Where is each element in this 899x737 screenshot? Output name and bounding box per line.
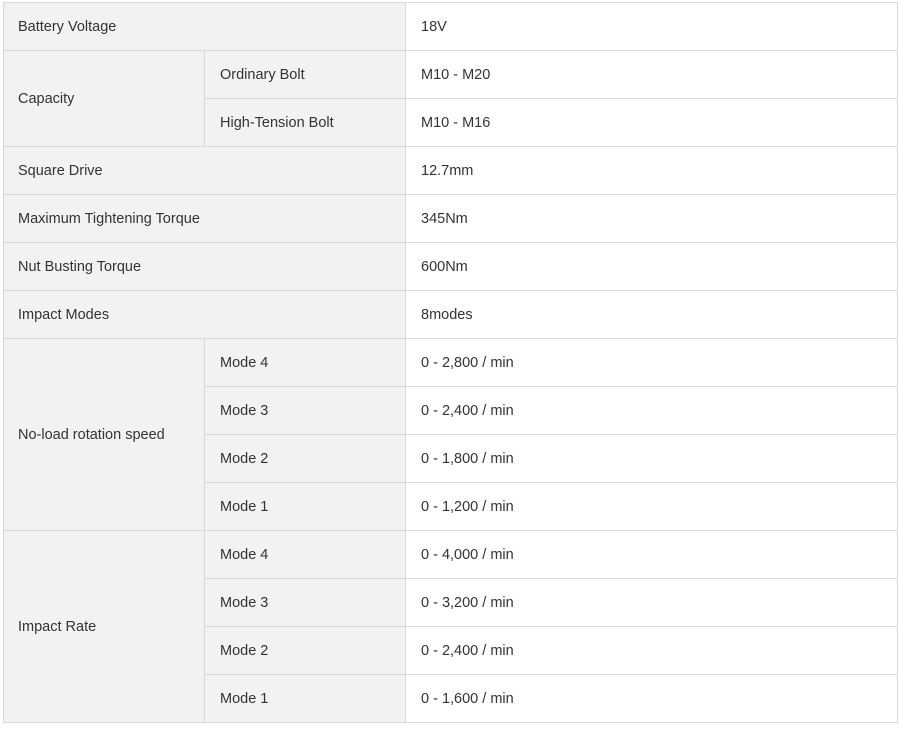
spec-label: Battery Voltage — [3, 2, 406, 51]
spec-label: Capacity — [3, 50, 205, 147]
table-row-battery-voltage: Battery Voltage 18V — [3, 2, 898, 51]
spec-value: 0 - 1,200 / min — [405, 482, 898, 531]
spec-value: 8modes — [405, 290, 898, 339]
spec-table: Battery Voltage 18V Capacity Ordinary Bo… — [3, 2, 898, 723]
table-row-capacity-ordinary: Capacity Ordinary Bolt M10 - M20 — [3, 50, 898, 147]
spec-label: Maximum Tightening Torque — [3, 194, 406, 243]
table-row-impact-rate-mode-4: Impact Rate Mode 4 0 - 4,000 / min — [3, 530, 898, 723]
spec-value: 0 - 3,200 / min — [405, 578, 898, 627]
spec-value: 0 - 2,400 / min — [405, 386, 898, 435]
spec-sublabel: High-Tension Bolt — [204, 98, 406, 147]
table-row-max-tightening-torque: Maximum Tightening Torque 345Nm — [3, 194, 898, 243]
table-row-no-load-mode-4: No-load rotation speed Mode 4 0 - 2,800 … — [3, 338, 898, 531]
table-row-nut-busting-torque: Nut Busting Torque 600Nm — [3, 242, 898, 291]
spec-value: 0 - 1,600 / min — [405, 674, 898, 723]
spec-value: 12.7mm — [405, 146, 898, 195]
spec-value: 0 - 4,000 / min — [405, 530, 898, 579]
spec-label: Nut Busting Torque — [3, 242, 406, 291]
spec-sublabel: Mode 2 — [204, 434, 406, 483]
spec-label: Impact Rate — [3, 530, 205, 723]
spec-value: 0 - 1,800 / min — [405, 434, 898, 483]
spec-value: M10 - M16 — [405, 98, 898, 147]
spec-sublabel: Mode 2 — [204, 626, 406, 675]
spec-value: M10 - M20 — [405, 50, 898, 99]
table-row-square-drive: Square Drive 12.7mm — [3, 146, 898, 195]
spec-label: Square Drive — [3, 146, 406, 195]
spec-value: 0 - 2,800 / min — [405, 338, 898, 387]
spec-sublabel: Mode 1 — [204, 482, 406, 531]
spec-value: 0 - 2,400 / min — [405, 626, 898, 675]
spec-sublabel: Mode 3 — [204, 578, 406, 627]
spec-label: No-load rotation speed — [3, 338, 205, 531]
spec-value: 600Nm — [405, 242, 898, 291]
spec-value: 345Nm — [405, 194, 898, 243]
table-row-impact-modes: Impact Modes 8modes — [3, 290, 898, 339]
spec-label: Impact Modes — [3, 290, 406, 339]
spec-sublabel: Mode 4 — [204, 530, 406, 579]
spec-sublabel: Ordinary Bolt — [204, 50, 406, 99]
spec-sublabel: Mode 1 — [204, 674, 406, 723]
spec-sublabel: Mode 4 — [204, 338, 406, 387]
spec-value: 18V — [405, 2, 898, 51]
spec-sublabel: Mode 3 — [204, 386, 406, 435]
